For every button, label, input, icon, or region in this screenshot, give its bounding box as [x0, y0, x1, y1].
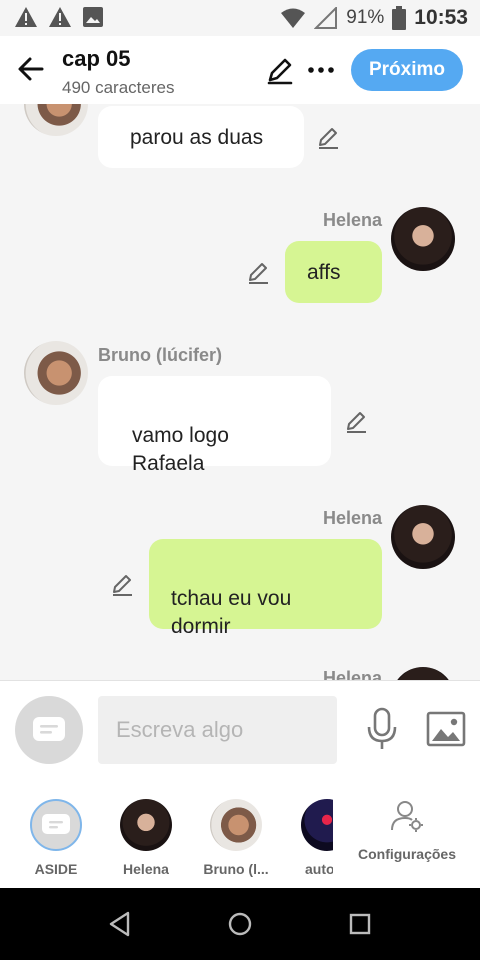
- sender-name: Helena: [322, 508, 382, 528]
- avatar-helena[interactable]: [391, 667, 455, 680]
- sender-name: Helena: [322, 210, 382, 230]
- chat-area[interactable]: parou as duas Helena affs Bruno (lúcifer…: [0, 104, 480, 680]
- battery-icon: [392, 6, 407, 30]
- sender-name: Helena: [322, 668, 382, 680]
- message-composer: [0, 680, 480, 780]
- image-icon[interactable]: [426, 711, 466, 747]
- character-label: Bruno (l...: [203, 861, 269, 877]
- avatar-helena[interactable]: [391, 505, 455, 569]
- message-text: tchau eu vou dormir: [171, 587, 292, 638]
- warning-icon: [15, 7, 37, 27]
- user-settings-icon: [391, 801, 423, 832]
- settings-button[interactable]: Configurações: [356, 799, 458, 862]
- avatar-helena: [120, 799, 172, 851]
- back-arrow-icon[interactable]: [14, 52, 48, 86]
- message-bubble[interactable]: affs: [285, 241, 382, 303]
- character-label: Helena: [123, 861, 169, 877]
- character-helena[interactable]: Helena: [111, 799, 181, 877]
- sender-name: Bruno (lúcifer): [98, 345, 222, 365]
- edit-pencil-icon[interactable]: [264, 54, 296, 86]
- chapter-title: cap 05: [62, 46, 131, 71]
- message-bubble[interactable]: vamo logo Rafaela: [98, 376, 331, 475]
- aside-icon: [30, 799, 82, 851]
- nav-recents-icon[interactable]: [346, 910, 374, 938]
- message-input[interactable]: [98, 696, 337, 764]
- edit-pencil-icon[interactable]: [316, 124, 342, 150]
- character-selector: ASIDE Helena Bruno (l... auto Configuraç…: [0, 779, 480, 888]
- aside-toggle-button[interactable]: [15, 696, 83, 764]
- clock: 10:53: [414, 6, 468, 29]
- wifi-icon: [281, 8, 306, 28]
- image-notification-icon: [83, 7, 103, 27]
- more-options-icon[interactable]: [306, 54, 336, 86]
- edit-pencil-icon[interactable]: [110, 571, 136, 597]
- battery-percentage: 91%: [346, 7, 385, 28]
- system-navigation-bar: [0, 888, 480, 960]
- avatar-bruno[interactable]: [24, 104, 88, 136]
- avatar-helena[interactable]: [391, 207, 455, 271]
- microphone-icon[interactable]: [364, 707, 400, 751]
- signal-icon: [314, 7, 338, 29]
- avatar-auto: [301, 799, 333, 851]
- avatar-bruno[interactable]: [24, 341, 88, 405]
- warning-icon: [49, 7, 71, 27]
- avatar-bruno: [210, 799, 262, 851]
- chat-bubble-icon: [33, 717, 65, 741]
- story-header: cap 05 490 caracteres Próximo: [0, 36, 480, 104]
- character-auto[interactable]: auto: [291, 799, 333, 877]
- status-bar: 91% 10:53: [0, 0, 480, 36]
- character-bruno[interactable]: Bruno (l...: [201, 799, 271, 877]
- settings-label: Configurações: [357, 846, 456, 862]
- message-text: vamo logo Rafaela: [132, 424, 229, 475]
- next-button[interactable]: Próximo: [351, 49, 463, 91]
- nav-back-icon[interactable]: [106, 910, 134, 938]
- edit-pencil-icon[interactable]: [246, 259, 272, 285]
- character-label: ASIDE: [34, 861, 78, 877]
- message-text: affs: [307, 261, 341, 284]
- nav-home-icon[interactable]: [226, 910, 254, 938]
- message-bubble[interactable]: parou as duas: [98, 106, 304, 168]
- message-bubble[interactable]: tchau eu vou dormir: [149, 539, 382, 638]
- character-label: auto: [305, 861, 333, 877]
- edit-pencil-icon[interactable]: [344, 408, 370, 434]
- message-text: parou as duas: [130, 126, 264, 149]
- character-count: 490 caracteres: [62, 78, 175, 97]
- character-aside[interactable]: ASIDE: [21, 799, 91, 877]
